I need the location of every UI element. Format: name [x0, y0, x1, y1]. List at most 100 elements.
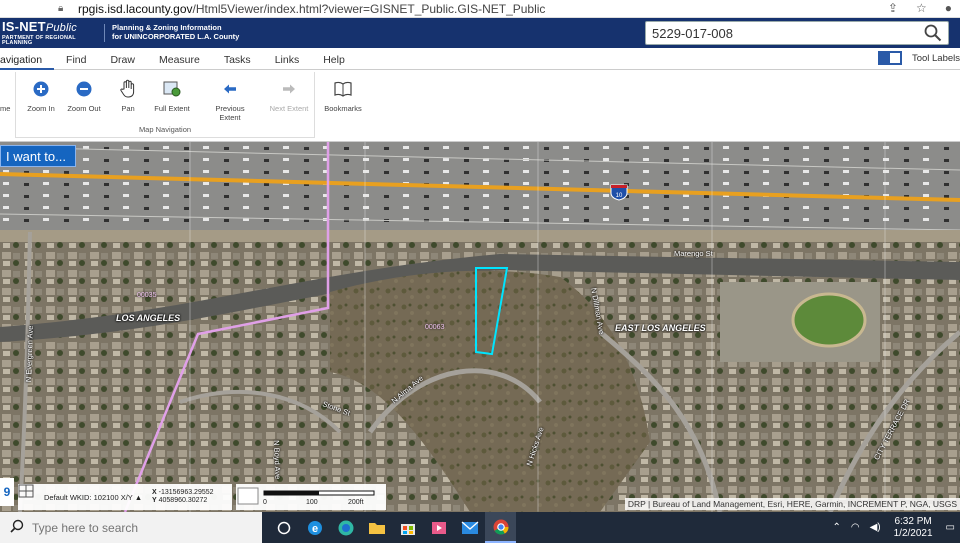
mail-icon — [461, 521, 478, 534]
coordinate-readout[interactable]: Default WKID: 102100 X/Y ▲ X -13156963.2… — [18, 484, 232, 510]
tab-links[interactable]: Links — [263, 48, 312, 70]
profile-icon[interactable]: ● — [945, 1, 952, 15]
zoom-out-icon — [76, 81, 92, 97]
map-attribution: DRP | Bureau of Land Management, Esri, H… — [624, 498, 960, 510]
chrome-icon — [493, 519, 509, 535]
tool-labels-control[interactable]: Tool Labels — [877, 51, 960, 65]
search-icon[interactable] — [924, 24, 942, 45]
share-icon[interactable]: ⇪ — [888, 1, 898, 15]
app-subtitle: Planning & Zoning Information for UNINCO… — [104, 24, 240, 42]
brand-title: IS-NET — [2, 18, 46, 34]
star-icon[interactable]: ☆ — [916, 1, 927, 15]
tab-draw[interactable]: Draw — [98, 48, 147, 70]
search-icon — [10, 519, 24, 536]
interstate-shield-label: 10 — [616, 193, 623, 199]
media-player-icon — [431, 521, 446, 534]
zoom-out-label: Zoom Out — [67, 104, 101, 113]
zoom-in-icon — [33, 81, 49, 97]
full-extent-label: Full Extent — [154, 104, 190, 113]
pan-label: Pan — [121, 104, 135, 113]
label-marengo-st: Marengo St — [674, 249, 713, 258]
scale-label-0: 0 — [263, 499, 267, 506]
mail-button[interactable] — [454, 512, 485, 543]
url-text[interactable]: rpgis.isd.lacounty.gov/Html5Viewer/index… — [78, 2, 545, 16]
pan-button[interactable]: Pan — [103, 78, 153, 113]
group-title: Map Navigation — [138, 125, 192, 134]
menu-bar: avigation Find Draw Measure Tasks Links … — [0, 48, 960, 70]
clock-time: 6:32 PM — [894, 515, 932, 527]
brand-title-suffix: Public — [45, 21, 77, 34]
svg-text:e: e — [311, 523, 317, 535]
store-button[interactable] — [392, 512, 423, 543]
edge-icon — [338, 520, 353, 535]
scale-label-100: 100 — [306, 499, 318, 506]
lock-icon: 🔒︎ — [58, 3, 64, 14]
map-navigation-group: Zoom In Zoom Out Pan Full Extent Previou… — [15, 72, 315, 138]
taskbar-search[interactable] — [0, 512, 262, 543]
tool-labels-toggle[interactable] — [877, 51, 902, 65]
browser-url-bar[interactable]: 🔒︎ rpgis.isd.lacounty.gov/Html5Viewer/in… — [0, 0, 960, 18]
brand-logo: IS-NETPublic PARTMENT OF REGIONAL PLANNI… — [0, 20, 104, 47]
parcel-number-a: 00035 — [137, 292, 157, 299]
tab-measure[interactable]: Measure — [147, 48, 212, 70]
map-view[interactable]: 10 I want to... LOS ANGELES EAST LOS ANG… — [0, 142, 960, 512]
url-path: /Html5Viewer/index.html?viewer=GISNET_Pu… — [192, 1, 546, 16]
taskbar-apps: e — [268, 512, 516, 543]
arrow-right-icon — [283, 84, 295, 94]
brand-subtitle: PARTMENT OF REGIONAL PLANNING — [2, 34, 76, 46]
partial-button-label: me — [0, 104, 11, 113]
aerial-imagery: 10 — [0, 142, 960, 512]
tab-help[interactable]: Help — [311, 48, 357, 70]
notification-icon[interactable]: ▭ — [946, 522, 955, 533]
bookmarks-label: Bookmarks — [324, 104, 362, 113]
scale-bar-graphic — [237, 487, 375, 505]
task-view-icon — [277, 521, 290, 534]
bookmarks-button[interactable]: Bookmarks — [318, 78, 368, 113]
taskbar-clock[interactable]: 6:32 PM 1/2/2021 — [894, 516, 933, 540]
file-explorer-button[interactable] — [361, 512, 392, 543]
taskbar-search-input[interactable] — [32, 520, 232, 535]
clock-date: 1/2/2021 — [893, 527, 933, 539]
ie-button[interactable]: e — [299, 512, 330, 543]
search-input[interactable] — [646, 25, 916, 41]
folder-icon — [368, 522, 385, 534]
label-n-boyd-ave: N Boyd Ave — [272, 440, 283, 480]
tool-labels-text: Tool Labels — [911, 52, 960, 64]
next-extent-button[interactable]: Next Extent — [264, 78, 314, 113]
url-host: rpgis.isd.lacounty.gov — [78, 1, 193, 16]
hand-icon — [120, 79, 135, 98]
volume-icon[interactable]: ◀︎) — [870, 522, 881, 533]
label-east-los-angeles: EAST LOS ANGELES — [615, 323, 706, 333]
arrow-left-icon — [224, 84, 236, 94]
edge-button[interactable] — [330, 512, 361, 543]
left-panel-badge[interactable]: 9 — [0, 478, 14, 506]
wifi-icon[interactable]: ◠ — [851, 522, 860, 533]
tab-find[interactable]: Find — [54, 48, 98, 70]
tab-navigation[interactable]: avigation — [0, 48, 55, 70]
xy-values: X -13156963.29552 Y 4058960.30272 — [152, 489, 214, 504]
media-button[interactable] — [423, 512, 454, 543]
wkid-selector[interactable]: Default WKID: 102100 X/Y ▲ — [44, 493, 152, 502]
previous-extent-label: Previous Extent — [215, 104, 245, 122]
y-label: Y — [152, 497, 157, 504]
label-los-angeles: LOS ANGELES — [116, 313, 181, 323]
task-view-button[interactable] — [268, 512, 299, 543]
zoom-out-button[interactable]: Zoom Out — [59, 78, 109, 113]
parcel-number-b: 00063 — [425, 324, 445, 331]
title-line2: for UNINCORPORATED L.A. County — [112, 32, 240, 41]
x-value: -13156963.29552 — [158, 489, 214, 497]
store-icon — [400, 523, 415, 535]
globe-icon — [163, 81, 181, 97]
tab-tasks[interactable]: Tasks — [212, 48, 263, 70]
i-want-to-button[interactable]: I want to... — [0, 145, 76, 167]
scale-label-200: 200ft — [348, 499, 364, 506]
book-icon — [334, 81, 352, 97]
previous-extent-button[interactable]: Previous Extent — [205, 78, 255, 122]
windows-taskbar: e ⌃ ◠ ◀︎) 6:32 PM 1/2/2021 ▭ — [0, 512, 960, 543]
full-extent-button[interactable]: Full Extent — [147, 78, 197, 113]
chrome-button[interactable] — [485, 512, 516, 543]
y-value: 4058960.30272 — [158, 497, 208, 504]
x-label: X — [152, 489, 157, 497]
search-box[interactable] — [645, 21, 949, 45]
chevron-up-icon[interactable]: ⌃ — [832, 522, 840, 533]
